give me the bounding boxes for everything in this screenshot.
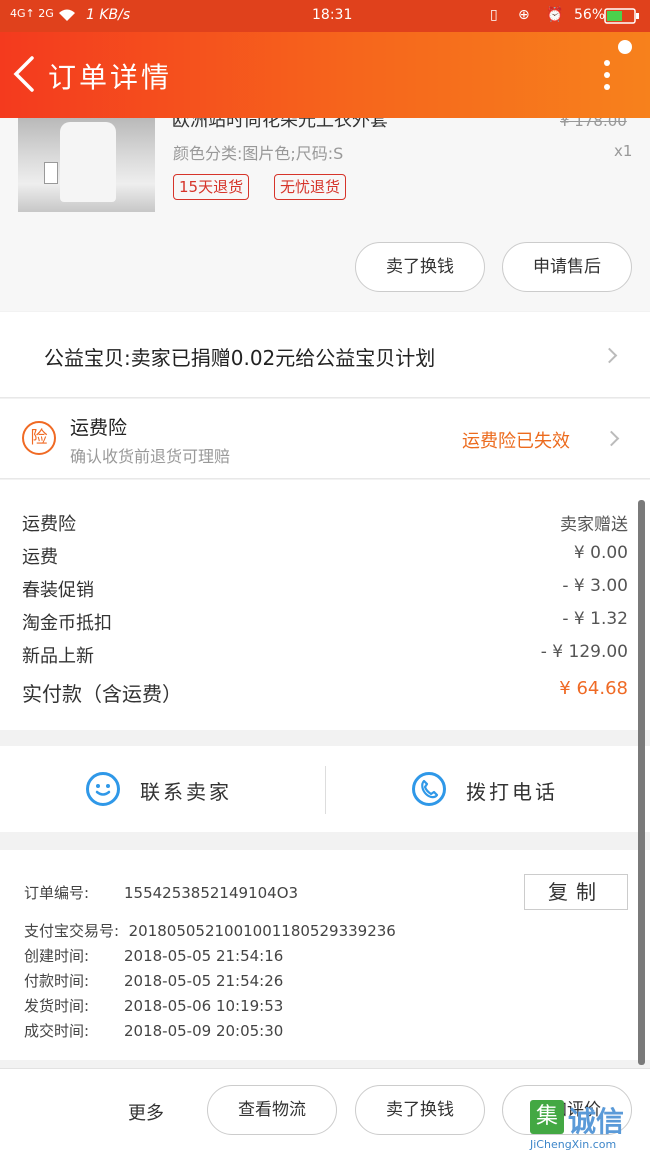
alipay-number: 2018050521001001180529339236 <box>128 922 396 940</box>
order-number-label: 订单编号: <box>24 884 90 902</box>
view-logistics-button[interactable]: 查看物流 <box>207 1085 337 1135</box>
resell-bottom-button[interactable]: 卖了换钱 <box>355 1085 485 1135</box>
contact-seller-button[interactable]: 联系卖家 <box>0 746 325 832</box>
site-watermark: 集 诚信 JiChengXin.com <box>530 1100 650 1155</box>
price-row: 春装促销 - ¥ 3.00 <box>22 576 628 604</box>
notification-dot <box>618 40 632 54</box>
price-value: - ¥ 1.32 <box>562 609 628 629</box>
price-row: 淘金币抵扣 - ¥ 1.32 <box>22 609 628 637</box>
order-number: 1554253852149104O3 <box>124 884 299 902</box>
price-label: 运费险 <box>22 514 76 535</box>
watermark-url: JiChengXin.com <box>530 1138 617 1151</box>
product-card: 欧洲站时尚花朵光上衣外套 ¥ 178.00 颜色分类:图片色;尺码:S x1 1… <box>0 118 650 311</box>
alipay-number-line: 支付宝交易号: 2018050521001001180529339236 <box>24 920 396 941</box>
watermark-logo-icon: 集 <box>530 1100 564 1134</box>
price-row: 运费险 卖家赠送 <box>22 510 628 538</box>
price-label: 新品上新 <box>22 646 94 667</box>
completed-time: 2018-05-09 20:05:30 <box>124 1022 284 1040</box>
lock-rotation-icon: ⊕ <box>518 7 530 23</box>
insurance-title: 运费险 <box>70 417 128 439</box>
created-time-line: 创建时间: 2018-05-05 21:54:16 <box>24 945 283 966</box>
total-label: 实付款（含运费） <box>22 682 182 706</box>
back-icon[interactable] <box>10 54 40 94</box>
alarm-icon: ⏰ <box>546 7 564 23</box>
cup-image <box>44 162 58 184</box>
wifi-icon <box>56 7 80 27</box>
insurance-icon: 险 <box>22 421 56 455</box>
price-value: - ¥ 3.00 <box>562 576 628 596</box>
original-price: ¥ 178.00 <box>560 118 627 130</box>
clock: 18:31 <box>312 7 353 23</box>
phone-icon <box>412 772 446 806</box>
order-info: 订单编号: 1554253852149104O3 复制 支付宝交易号: 20180… <box>0 850 650 1060</box>
total-value: ¥ 64.68 <box>559 678 628 699</box>
charity-text: 公益宝贝:卖家已捐赠0.02元给公益宝贝计划 <box>44 346 436 370</box>
network-speed: 1 KB/s <box>86 7 131 23</box>
paid-time-line: 付款时间: 2018-05-05 21:54:26 <box>24 970 283 991</box>
shipped-time-line: 发货时间: 2018-05-06 10:19:53 <box>24 995 283 1016</box>
shipped-time: 2018-05-06 10:19:53 <box>124 997 284 1015</box>
completed-time-label: 成交时间: <box>24 1022 90 1040</box>
contact-seller-label: 联系卖家 <box>140 780 232 804</box>
price-label: 运费 <box>22 547 58 568</box>
price-value: - ¥ 129.00 <box>540 642 628 662</box>
jacket-image <box>60 122 116 202</box>
created-time: 2018-05-05 21:54:16 <box>124 947 284 965</box>
page-title: 订单详情 <box>48 61 173 94</box>
created-time-label: 创建时间: <box>24 947 90 965</box>
status-bar: 4G↑ 2G 1 KB/s 18:31 ▯ ⊕ ⏰ 56% <box>0 0 650 32</box>
product-thumbnail[interactable] <box>18 118 155 212</box>
insurance-subtitle: 确认收货前退货可理赔 <box>70 447 231 466</box>
resell-button[interactable]: 卖了换钱 <box>355 242 485 292</box>
contact-bar: 联系卖家 拨打电话 <box>0 746 650 832</box>
product-quantity: x1 <box>614 142 633 160</box>
price-value: 卖家赠送 <box>560 515 628 535</box>
completed-time-line: 成交时间: 2018-05-09 20:05:30 <box>24 1020 283 1041</box>
call-phone-button[interactable]: 拨打电话 <box>326 746 650 832</box>
product-name[interactable]: 欧洲站时尚花朵光上衣外套 <box>172 118 388 132</box>
app-bar: 订单详情 <box>0 32 650 118</box>
chat-smile-icon <box>86 772 120 806</box>
call-phone-label: 拨打电话 <box>466 780 558 804</box>
battery-icon <box>604 8 640 28</box>
price-details: 运费险 卖家赠送 运费 ¥ 0.00 春装促销 - ¥ 3.00 淘金币抵扣 -… <box>0 480 650 730</box>
worry-free-return-tag: 无忧退货 <box>274 174 347 200</box>
product-spec: 颜色分类:图片色;尺码:S <box>173 144 344 163</box>
insurance-status: 运费险已失效 <box>462 431 570 452</box>
alipay-number-label: 支付宝交易号: <box>24 922 120 940</box>
paid-time-label: 付款时间: <box>24 972 90 990</box>
price-row: 新品上新 - ¥ 129.00 <box>22 642 628 670</box>
copy-button[interactable]: 复制 <box>524 874 628 910</box>
network-indicator: 4G↑ 2G <box>10 7 54 20</box>
charity-row[interactable]: 公益宝贝:卖家已捐赠0.02元给公益宝贝计划 <box>0 312 650 398</box>
chevron-right-icon <box>601 347 618 364</box>
order-number-line: 订单编号: 1554253852149104O3 <box>24 882 298 903</box>
chevron-right-icon <box>603 430 620 447</box>
return-15day-tag: 15天退货 <box>173 174 250 200</box>
more-menu-icon[interactable] <box>596 56 618 96</box>
price-row: 运费 ¥ 0.00 <box>22 543 628 571</box>
shipped-time-label: 发货时间: <box>24 997 90 1015</box>
price-label: 春装促销 <box>22 580 94 601</box>
shipping-insurance-row[interactable]: 险 运费险 确认收货前退货可理赔 运费险已失效 <box>0 399 650 479</box>
scrollbar[interactable] <box>638 500 645 1065</box>
battery-percent: 56% <box>574 7 606 23</box>
price-value: ¥ 0.00 <box>573 543 628 563</box>
more-button[interactable]: 更多 <box>128 1099 164 1125</box>
total-row: 实付款（含运费） ¥ 64.68 <box>22 678 628 706</box>
price-label: 淘金币抵扣 <box>22 613 112 634</box>
after-sales-button[interactable]: 申请售后 <box>502 242 632 292</box>
watermark-text: 诚信 <box>568 1105 625 1138</box>
vibrate-icon: ▯ <box>490 7 498 23</box>
paid-time: 2018-05-05 21:54:26 <box>124 972 284 990</box>
